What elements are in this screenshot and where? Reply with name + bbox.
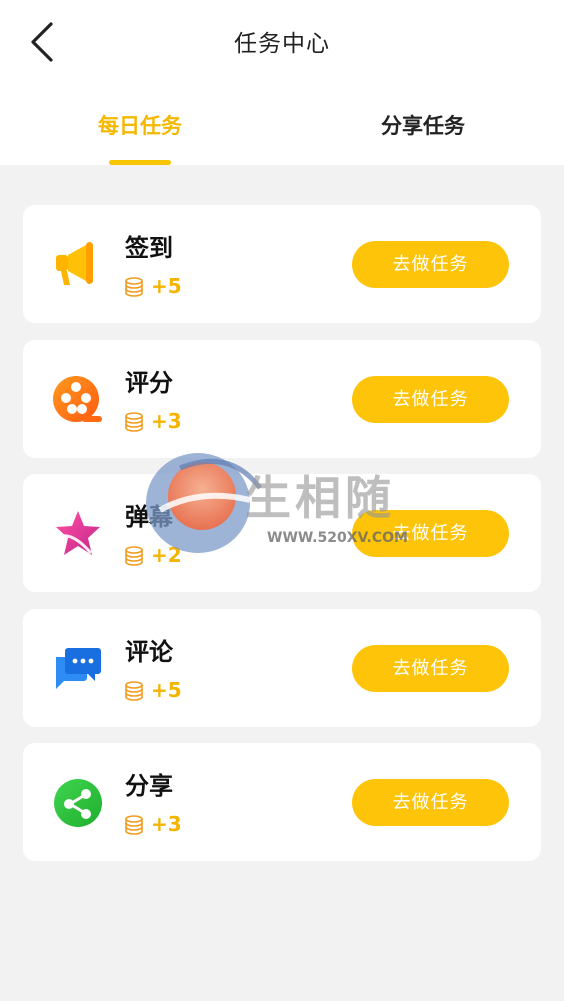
chat-bubbles-icon	[56, 647, 101, 689]
watermark-url: WWW.520XV.COM	[267, 530, 408, 546]
task-card-share: 分享 +3 去做任务	[23, 743, 541, 861]
tab-daily-tasks[interactable]: 每日任务	[60, 110, 220, 140]
coin-icon	[125, 277, 143, 297]
task-name: 评论	[125, 637, 173, 666]
tab-share-tasks[interactable]: 分享任务	[343, 110, 503, 140]
task-card-checkin: 签到 +5 去做任务	[23, 205, 541, 323]
do-task-button[interactable]: 去做任务	[352, 241, 509, 288]
task-name: 分享	[125, 772, 173, 800]
star-icon	[56, 511, 100, 555]
do-task-button[interactable]: 去做任务	[352, 644, 509, 692]
do-task-button[interactable]: 去做任务	[352, 375, 509, 423]
task-reward: +3	[151, 812, 182, 836]
active-tab-indicator	[109, 160, 171, 165]
task-reward: +3	[151, 408, 182, 433]
task-card-comment: 评论 +5 去做任务	[23, 608, 541, 727]
megaphone-icon	[56, 242, 93, 285]
coin-icon	[125, 411, 143, 432]
film-reel-icon	[53, 375, 102, 422]
watermark-text: 生相随	[245, 471, 395, 525]
coin-icon	[125, 815, 143, 835]
do-task-button[interactable]: 去做任务	[352, 779, 509, 826]
task-card-rating: 评分 +3 去做任务	[23, 339, 541, 458]
page-title: 任务中心	[234, 31, 330, 57]
task-name: 签到	[125, 234, 173, 262]
task-reward: +2	[151, 543, 182, 567]
task-reward: +5	[151, 677, 182, 702]
task-name: 弹幕	[125, 503, 173, 531]
coin-icon	[125, 546, 143, 566]
task-reward: +5	[151, 274, 182, 298]
task-name: 评分	[125, 368, 173, 397]
share-icon	[54, 779, 102, 827]
coin-icon	[125, 680, 143, 701]
top-bar: 任务中心 每日任务 分享任务	[0, 0, 564, 165]
